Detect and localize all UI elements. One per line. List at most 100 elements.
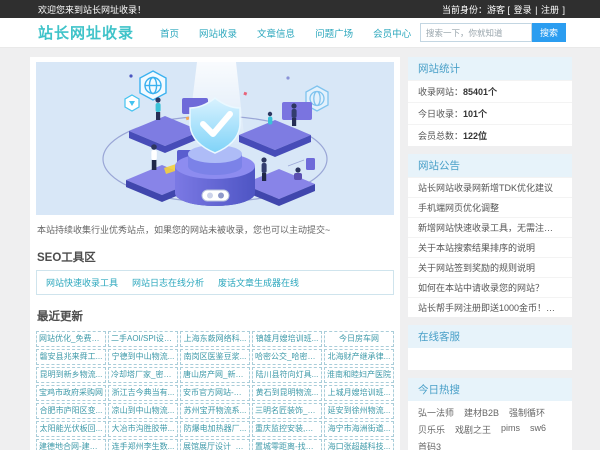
recent-site-link[interactable]: 海宁市海洲街道... xyxy=(324,421,394,437)
seo-tools-box: 网站快速收录工具 网站日志在线分析 废话文章生成器在线 xyxy=(36,270,394,295)
hot-search-tags: 弘一法师 建材B2B 强制循环 贝乐乐 戏剧之王 pims sw6 首码3 xyxy=(408,401,572,450)
nav-questions[interactable]: 问题广场 xyxy=(315,26,353,40)
service-box-title: 在线客服 xyxy=(408,325,572,348)
hot-tag[interactable]: 戏剧之王 xyxy=(455,423,491,436)
stat-sites: 收录网站：85401个 xyxy=(408,80,572,102)
hot-tag[interactable]: 首码3 xyxy=(418,440,441,450)
recent-site-link[interactable]: 唐山房产网_新房... xyxy=(180,367,250,383)
table-row: 合肥市庐阳区变... 凉山到中山物流... 苏州宝开物流系... 三明名匠装饰_… xyxy=(36,403,394,419)
hot-search-box: 今日热搜 弘一法师 建材B2B 强制循环 贝乐乐 戏剧之王 pims sw6 首… xyxy=(408,378,572,450)
site-logo[interactable]: 站长网址收录 xyxy=(38,22,134,43)
recent-site-link[interactable]: 南岗区医鉴豆浆... xyxy=(180,349,250,365)
nav-member-center[interactable]: 会员中心 xyxy=(373,26,411,40)
search-bar: 搜索 xyxy=(420,23,566,42)
topbar: 欢迎您来到站长网址收录！ 当前身份：游客 [ 登录 | 注册 ] xyxy=(0,0,600,18)
recent-site-link[interactable]: 展馆展厅设计_展... xyxy=(180,439,250,450)
recent-site-link[interactable]: 黄石到昆明物流... xyxy=(252,385,322,401)
notice-item[interactable]: 关于网站签到奖励的规则说明 xyxy=(408,257,572,277)
recent-site-link[interactable]: 连手郑州李生数... xyxy=(108,439,178,450)
hot-search-title: 今日热搜 xyxy=(408,378,572,401)
table-row: 昆明到新乡物流... 冷却塔厂家_密闭... 唐山房产网_新房... 陆川县符向… xyxy=(36,367,394,383)
nav-site-submit[interactable]: 网站收录 xyxy=(199,26,237,40)
main-panel: 本站持续收集行业优秀站点，如果您的网站未被收录，您也可以主动提交~ SEO工具区… xyxy=(30,57,400,450)
recent-site-link[interactable]: 镇雄月嫂培训班... xyxy=(252,331,322,347)
notice-box-title: 网站公告 xyxy=(408,154,572,177)
recent-site-link[interactable]: 重庆监控安装,高... xyxy=(252,421,322,437)
table-row: 网站优化_免费发... 二手AOI/SPI设备... 上海东蔌网络科... 镇雄… xyxy=(36,331,394,347)
table-row: 磐安县兆来舜工... 宁德到中山物流... 南岗区医鉴豆浆... 哈密公交_哈密… xyxy=(36,349,394,365)
recent-site-link[interactable]: 二手AOI/SPI设备... xyxy=(108,331,178,347)
hot-tag[interactable]: 贝乐乐 xyxy=(418,423,445,436)
hot-tag[interactable]: sw6 xyxy=(530,423,546,436)
table-row: 宝鸡市政府采购网 浙江吉今典当有... 安币官方网站-安... 黄石到昆明物流.… xyxy=(36,385,394,401)
recent-site-link[interactable]: 磐安县兆来舜工... xyxy=(36,349,106,365)
recent-site-link[interactable]: 陆川县符向灯具... xyxy=(252,367,322,383)
notice-item[interactable]: 如何在本站中请收录您的网站？ xyxy=(408,277,572,297)
sidebar: 网站统计 收录网站：85401个 今日收录：101个 会员总数：122位 网站公… xyxy=(408,57,572,450)
main-nav: 首页 网站收录 文章信息 问题广场 会员中心 xyxy=(160,26,411,40)
notice-item[interactable]: 站长帮手网注册即送1000金币！可用于... xyxy=(408,297,572,317)
recent-site-link[interactable]: 宁德到中山物流... xyxy=(108,349,178,365)
recent-site-link[interactable]: 淮南和睦妇产医院 xyxy=(324,367,394,383)
page-body: 本站持续收集行业优秀站点，如果您的网站未被收录，您也可以主动提交~ SEO工具区… xyxy=(0,48,600,450)
tool-link-log-analysis[interactable]: 网站日志在线分析 xyxy=(132,276,204,289)
stat-today: 今日收录：101个 xyxy=(408,102,572,124)
seo-section-title: SEO工具区 xyxy=(37,252,96,264)
globe-hexagon-icon xyxy=(139,70,167,101)
dot-decor xyxy=(286,76,290,80)
login-link[interactable]: 登录 xyxy=(514,5,532,15)
dot-decor xyxy=(129,74,133,78)
recent-site-link[interactable]: 延安到徐州物流... xyxy=(324,403,394,419)
recent-site-link[interactable]: 凉山到中山物流... xyxy=(108,403,178,419)
search-button[interactable]: 搜索 xyxy=(532,23,566,42)
recent-site-link[interactable]: 建德地合网-建德... xyxy=(36,439,106,450)
tool-link-article-generator[interactable]: 废话文章生成器在线 xyxy=(218,276,299,289)
recent-site-link[interactable]: 太阳能光伏板回... xyxy=(36,421,106,437)
hot-tag[interactable]: 弘一法师 xyxy=(418,406,454,419)
recent-site-link[interactable]: 置城零距离-找工... xyxy=(252,439,322,450)
notice-item[interactable]: 手机端网页优化调整 xyxy=(408,197,572,217)
stats-box-title: 网站统计 xyxy=(408,57,572,80)
recent-site-link[interactable]: 哈密公交_哈密公... xyxy=(252,349,322,365)
identity-bracket: ] xyxy=(562,4,565,15)
search-input[interactable] xyxy=(420,23,532,42)
notice-item[interactable]: 站长网站收录网新增TDK优化建议 xyxy=(408,177,572,197)
recent-site-link[interactable]: 安币官方网站-安... xyxy=(180,385,250,401)
recent-site-link[interactable]: 合肥市庐阳区变... xyxy=(36,403,106,419)
recent-site-link[interactable]: 宝鸡市政府采购网 xyxy=(36,385,106,401)
hero-illustration xyxy=(36,62,394,215)
hot-tag[interactable]: 强制循环 xyxy=(509,406,545,419)
site-header: 站长网址收录 首页 网站收录 文章信息 问题广场 会员中心 搜索 xyxy=(0,18,600,48)
recent-site-link[interactable]: 苏州宝开物流系... xyxy=(180,403,250,419)
recent-site-link[interactable]: 上城月嫂培训班... xyxy=(324,385,394,401)
recent-site-link[interactable]: 网站优化_免费发... xyxy=(36,331,106,347)
recent-site-link[interactable]: 浙江吉今典当有... xyxy=(108,385,178,401)
stats-box: 网站统计 收录网站：85401个 今日收录：101个 会员总数：122位 xyxy=(408,57,572,146)
service-box: 在线客服 xyxy=(408,325,572,370)
register-link[interactable]: 注册 xyxy=(541,5,559,15)
notice-item[interactable]: 新增网站快速收录工具，无需注册直接... xyxy=(408,217,572,237)
recent-site-link[interactable]: 海口张超越科技... xyxy=(324,439,394,450)
table-row: 建德地合网-建德... 连手郑州李生数... 展馆展厅设计_展... 置城零距离… xyxy=(36,439,394,450)
identity-area: 当前身份：游客 [ 登录 | 注册 ] xyxy=(441,3,566,16)
recent-site-link[interactable]: 今日房车网 xyxy=(324,331,394,347)
stat-value: 122位 xyxy=(463,131,488,141)
recent-site-link[interactable]: 三明名匠装饰_三... xyxy=(252,403,322,419)
stat-label: 今日收录： xyxy=(418,109,464,119)
hot-tag[interactable]: pims xyxy=(501,423,520,436)
recent-site-link[interactable]: 冷却塔厂家_密闭... xyxy=(108,367,178,383)
tool-link-fast-include[interactable]: 网站快速收录工具 xyxy=(46,276,118,289)
nav-articles[interactable]: 文章信息 xyxy=(257,26,295,40)
stat-value: 101个 xyxy=(463,109,488,119)
notice-item[interactable]: 关于本站搜索结果排序的说明 xyxy=(408,237,572,257)
recent-site-link[interactable]: 大冶市沟胜胶带... xyxy=(108,421,178,437)
recent-site-link[interactable]: 昆明到新乡物流... xyxy=(36,367,106,383)
hot-tag[interactable]: 建材B2B xyxy=(464,406,499,419)
stat-label: 收录网站： xyxy=(418,87,464,97)
recent-site-link[interactable]: 上海东蔌网络科... xyxy=(180,331,250,347)
nav-home[interactable]: 首页 xyxy=(160,26,179,40)
recent-site-link[interactable]: 北海财产继承律... xyxy=(324,349,394,365)
toggle-pill xyxy=(201,189,230,202)
identity-text: 当前身份：游客 [ xyxy=(442,4,511,15)
recent-site-link[interactable]: 防爆电加热器厂... xyxy=(180,421,250,437)
